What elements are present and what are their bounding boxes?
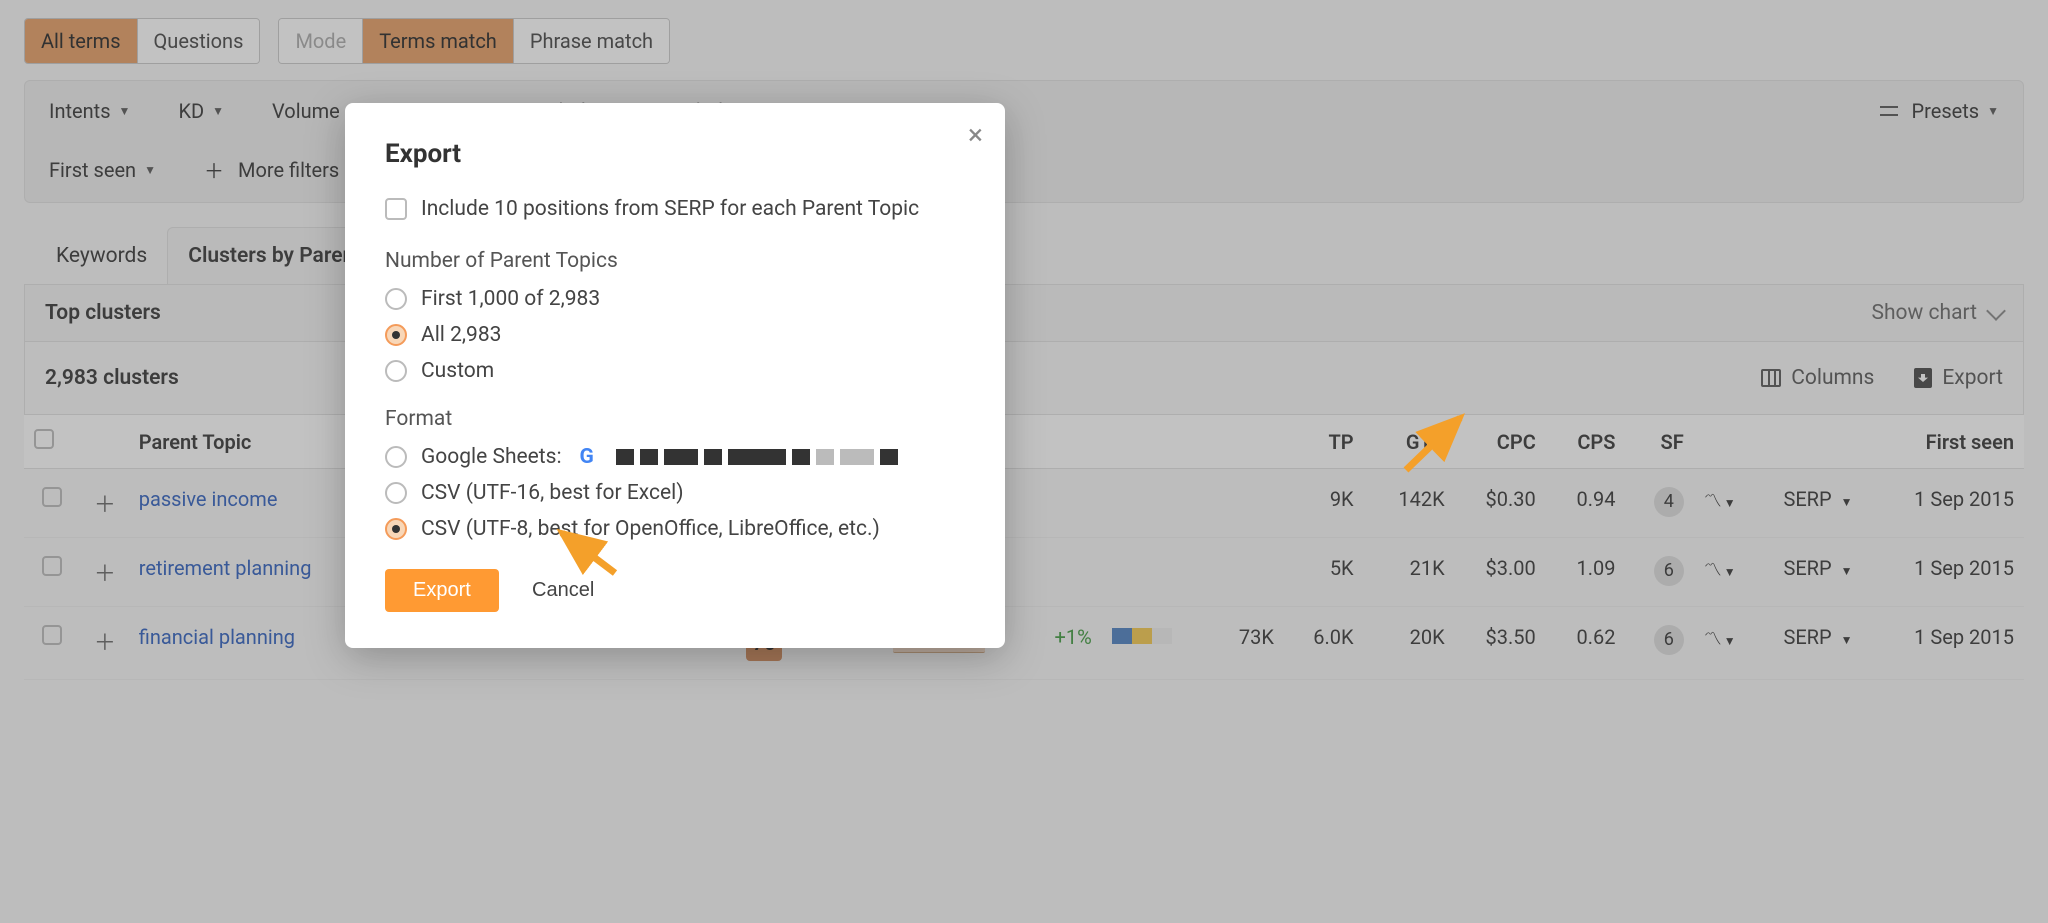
radio-icon[interactable] (385, 482, 407, 504)
redacted-account (616, 449, 898, 465)
radio-icon[interactable] (385, 360, 407, 382)
opt-custom: Custom (385, 359, 965, 383)
opt-all: All 2,983 (385, 323, 965, 347)
opt-first-1000: First 1,000 of 2,983 (385, 287, 965, 311)
include-serp-label: Include 10 positions from SERP for each … (421, 197, 919, 221)
fmt-csv-utf8: CSV (UTF-8, best for OpenOffice, LibreOf… (385, 517, 965, 541)
fmt-google-sheets: Google Sheets: G (385, 445, 965, 469)
format-label: Format (385, 407, 965, 431)
include-serp-row: Include 10 positions from SERP for each … (385, 197, 965, 221)
radio-icon[interactable] (385, 324, 407, 346)
modal-backdrop[interactable] (0, 0, 2048, 923)
modal-title: Export (385, 139, 965, 169)
radio-icon[interactable] (385, 446, 407, 468)
export-modal: × Export Include 10 positions from SERP … (345, 103, 1005, 648)
radio-icon[interactable] (385, 518, 407, 540)
fmt-csv-utf16: CSV (UTF-16, best for Excel) (385, 481, 965, 505)
radio-icon[interactable] (385, 288, 407, 310)
num-topics-label: Number of Parent Topics (385, 249, 965, 273)
checkbox-icon[interactable] (385, 198, 407, 220)
export-confirm-button[interactable]: Export (385, 569, 499, 612)
google-logo-icon: G (576, 446, 598, 468)
close-icon[interactable]: × (968, 121, 983, 149)
cancel-button[interactable]: Cancel (532, 579, 594, 602)
